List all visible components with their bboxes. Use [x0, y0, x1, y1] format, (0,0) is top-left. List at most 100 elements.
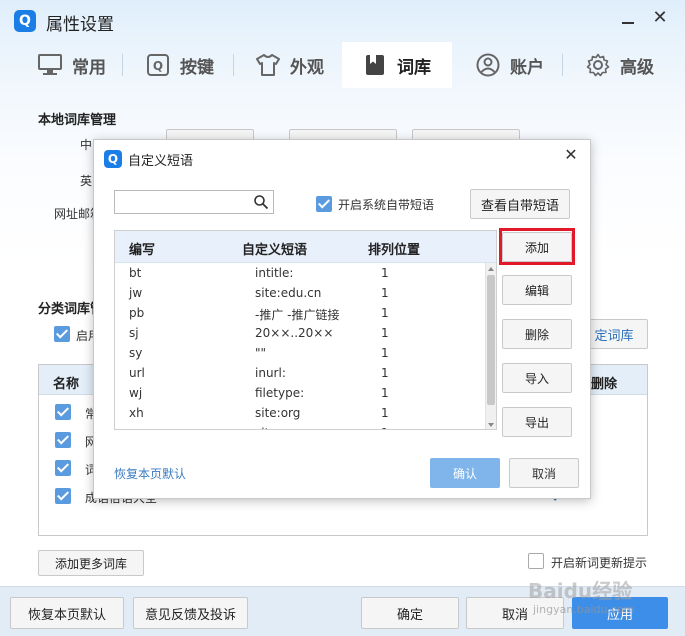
cell-position: 1 — [381, 386, 389, 400]
cell-position: 1 — [381, 286, 389, 300]
phrase-table-body: bt intitle: 1 jw site:edu.cn 1 pb -推广 -推广链接 1 … — [115, 263, 485, 429]
ok-button[interactable]: 确定 — [361, 597, 459, 629]
tab-bar: 常用 Q 按键 外观 词库 账户 高级 — [0, 42, 685, 88]
cell-phrase: inurl: — [255, 366, 286, 380]
row-label-chinese: 中 — [80, 138, 93, 152]
cell-abbr: jw — [129, 286, 143, 300]
system-phrases-checkbox[interactable] — [316, 196, 332, 212]
cell-phrase: 20××..20×× — [255, 326, 334, 340]
cell-phrase: -推广 -推广链接 — [255, 308, 340, 322]
phrase-search-input[interactable] — [115, 191, 245, 213]
table-row[interactable]: wj filetype: 1 — [115, 383, 485, 403]
title-bar: Q 属性设置 ✕ — [0, 0, 685, 42]
list-row-checkbox[interactable] — [55, 488, 71, 504]
table-row[interactable]: pb -推广 -推广链接 1 — [115, 303, 485, 323]
system-phrases-label: 开启系统自带短语 — [338, 198, 435, 212]
phrase-search-box — [114, 190, 274, 214]
column-position: 排列位置 — [368, 243, 421, 258]
dialog-title: 自定义短语 — [128, 154, 194, 169]
cell-position: 1 — [381, 406, 389, 420]
scroll-down-icon[interactable] — [488, 423, 494, 427]
phrase-table: 编写 自定义短语 排列位置 bt intitle: 1 jw site:edu.cn 1… — [114, 230, 497, 430]
watermark-logo: Baidu经验 — [528, 579, 633, 603]
restore-defaults-button[interactable]: 恢复本页默认 — [10, 597, 124, 629]
cell-phrase: "" — [255, 346, 267, 360]
enable-checkbox[interactable] — [54, 326, 70, 342]
tshirt-icon — [256, 53, 280, 77]
close-button[interactable]: ✕ — [650, 8, 670, 28]
edit-phrase-button[interactable]: 编辑 — [502, 275, 572, 305]
cell-position: 1 — [381, 366, 389, 380]
view-system-phrases-button[interactable]: 查看自带短语 — [470, 189, 570, 219]
cell-phrase: site:edu.cn — [255, 286, 322, 300]
table-row[interactable]: sj 20××..20×× 1 — [115, 323, 485, 343]
local-lexicon-title: 本地词库管理 — [38, 113, 117, 128]
tab-appearance[interactable]: 外观 — [240, 42, 340, 88]
search-icon[interactable] — [253, 194, 269, 210]
import-button[interactable]: 导入 — [502, 363, 572, 393]
highlight-box — [499, 228, 575, 265]
tab-common[interactable]: 常用 — [22, 42, 122, 88]
cell-position: 1 — [381, 326, 389, 340]
cell-position: 1 — [381, 426, 389, 429]
cell-position: 1 — [381, 266, 389, 280]
scroll-up-icon[interactable] — [488, 267, 494, 271]
cell-abbr: pb — [129, 306, 145, 320]
table-scrollbar[interactable] — [485, 263, 496, 429]
dialog-ok-button[interactable]: 确认 — [430, 458, 500, 488]
tab-label: 高级 — [620, 57, 654, 78]
table-row[interactable]: jw site:edu.cn 1 — [115, 283, 485, 303]
dialog-cancel-button[interactable]: 取消 — [509, 458, 579, 488]
phrase-table-header: 编写 自定义短语 排列位置 — [115, 231, 496, 263]
book-icon — [363, 53, 387, 77]
tab-label: 常用 — [72, 57, 106, 78]
new-word-notice-checkbox[interactable] — [528, 553, 544, 569]
gear-icon — [586, 53, 610, 77]
watermark-url: jingyan.baidu.com — [533, 603, 635, 616]
tab-keys[interactable]: Q 按键 — [130, 42, 230, 88]
table-row[interactable]: xh site:org 1 — [115, 403, 485, 423]
table-row[interactable]: url inurl: 1 — [115, 363, 485, 383]
cell-phrase: site:org — [255, 406, 301, 420]
tab-account[interactable]: 账户 — [460, 42, 560, 88]
tab-divider — [233, 54, 234, 76]
scroll-thumb[interactable] — [487, 275, 495, 405]
cell-abbr: sj — [129, 326, 139, 340]
column-phrase: 自定义短语 — [242, 243, 308, 258]
tab-label: 词库 — [397, 57, 431, 78]
dialog-logo: Q — [104, 150, 122, 168]
row-label-english: 英 — [80, 174, 93, 188]
tab-label: 按键 — [180, 57, 214, 78]
column-abbr: 编写 — [129, 243, 156, 258]
minimize-button[interactable] — [620, 12, 636, 28]
cell-abbr: url — [129, 366, 145, 380]
list-row-checkbox[interactable] — [55, 404, 71, 420]
custom-phrase-dialog: Q 自定义短语 ✕ 开启系统自带短语 查看自带短语 编写 自定义短语 排列位置 … — [93, 139, 591, 499]
table-row[interactable]: sy "" 1 — [115, 343, 485, 363]
cell-phrase: filetype: — [255, 386, 305, 400]
user-icon — [476, 53, 500, 77]
cell-phrase: intitle: — [255, 266, 294, 280]
export-button[interactable]: 导出 — [502, 407, 572, 437]
cell-abbr: bt — [129, 266, 142, 280]
tab-divider — [562, 54, 563, 76]
tab-lexicon[interactable]: 词库 — [342, 42, 452, 88]
delete-phrase-button[interactable]: 删除 — [502, 319, 572, 349]
cell-position: 1 — [381, 346, 389, 360]
list-header-delete: 删除 — [591, 377, 618, 392]
table-row[interactable]: sit 1 — [115, 423, 485, 429]
list-row-checkbox[interactable] — [55, 432, 71, 448]
add-more-lexicon-button[interactable]: 添加更多词库 — [38, 550, 144, 576]
restore-default-link[interactable]: 恢复本页默认 — [114, 465, 186, 482]
button-label: 定词库 — [594, 328, 634, 344]
feedback-button[interactable]: 意见反馈及投诉 — [133, 597, 248, 629]
new-word-notice-label: 开启新词更新提示 — [551, 556, 648, 570]
table-row[interactable]: bt intitle: 1 — [115, 263, 485, 283]
tab-advanced[interactable]: 高级 — [570, 42, 670, 88]
window-title: 属性设置 — [46, 15, 114, 35]
keyboard-q-icon: Q — [146, 53, 170, 77]
svg-text:Q: Q — [153, 59, 163, 73]
dialog-close-button[interactable]: ✕ — [562, 146, 580, 164]
list-header-name: 名称 — [53, 377, 80, 392]
list-row-checkbox[interactable] — [55, 460, 71, 476]
